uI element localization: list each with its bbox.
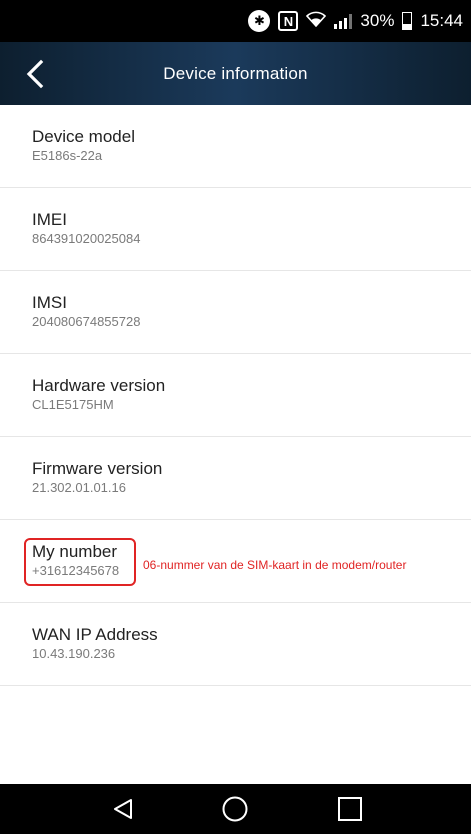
back-button[interactable]: [0, 42, 70, 105]
list-item-imsi: IMSI 204080674855728: [0, 271, 471, 354]
item-value: 10.43.190.236: [32, 646, 116, 661]
list-item-firmware-version: Firmware version 21.302.01.01.16: [0, 437, 471, 520]
battery-percent: 30%: [360, 11, 395, 30]
wifi-icon: [306, 11, 327, 32]
list-item-my-number: My number +31612345678 06-nummer van de …: [0, 520, 471, 603]
status-icons: ✱ N 30% 15:44: [248, 0, 463, 42]
nav-home-button[interactable]: [195, 784, 275, 834]
app-bar: Device information: [0, 42, 471, 105]
clock: 15:44: [420, 11, 463, 30]
list-item-hardware-version: Hardware version CL1E5175HM: [0, 354, 471, 437]
battery-icon: [402, 12, 413, 30]
item-title: Hardware version: [32, 376, 166, 395]
bluetooth-icon: ✱: [248, 10, 271, 32]
nav-recents-button[interactable]: [310, 784, 390, 834]
list-item-device-model: Device model E5186s-22a: [0, 105, 471, 188]
nfc-icon: N: [278, 11, 299, 31]
item-title: IMEI: [32, 210, 67, 229]
navigation-bar: [0, 784, 471, 834]
back-triangle-icon: [114, 799, 132, 819]
page-title: Device information: [163, 63, 308, 83]
item-value: 21.302.01.01.16: [32, 480, 126, 495]
item-title: IMSI: [32, 293, 67, 312]
home-circle-icon: [222, 796, 248, 822]
chevron-left-icon: [26, 59, 44, 88]
list-item-wan-ip-address: WAN IP Address 10.43.190.236: [0, 603, 471, 686]
item-title: Firmware version: [32, 459, 163, 478]
item-value: 864391020025084: [32, 231, 141, 246]
annotation-text: 06-nummer van de SIM-kaart in de modem/r…: [143, 558, 407, 572]
item-value: 204080674855728: [32, 314, 141, 329]
item-value: CL1E5175HM: [32, 397, 114, 412]
device-info-list: Device model E5186s-22a IMEI 86439102002…: [0, 105, 471, 686]
signal-icon: [334, 13, 353, 29]
status-bar: ✱ N 30% 15:44: [0, 0, 471, 42]
recents-square-icon: [338, 797, 362, 821]
item-title: Device model: [32, 127, 135, 146]
item-title: WAN IP Address: [32, 625, 158, 644]
highlight-box: [24, 538, 136, 586]
item-value: E5186s-22a: [32, 148, 103, 163]
list-item-imei: IMEI 864391020025084: [0, 188, 471, 271]
nav-back-button[interactable]: [83, 784, 163, 834]
